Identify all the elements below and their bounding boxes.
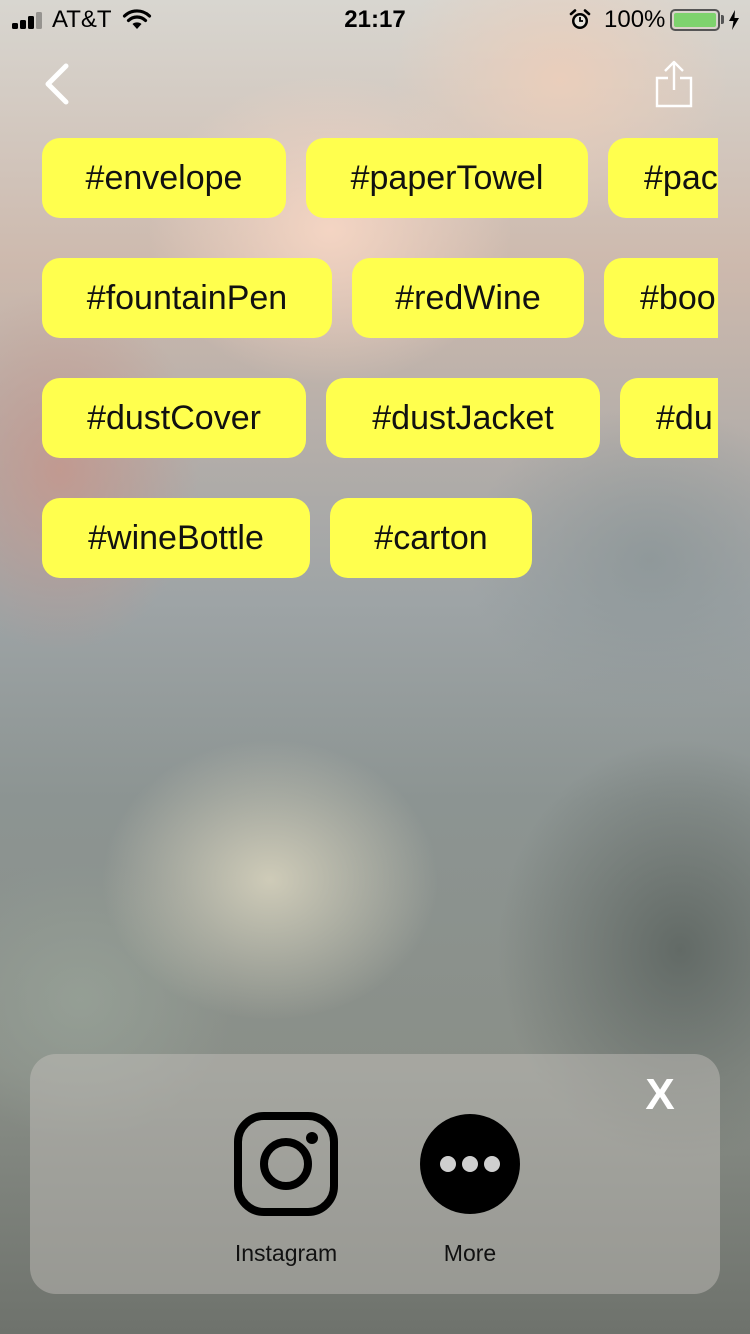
tag-carton[interactable]: #carton <box>330 498 532 578</box>
charging-bolt-icon <box>729 10 739 30</box>
close-button[interactable]: X <box>636 1070 684 1120</box>
tag-wine-bottle[interactable]: #wineBottle <box>42 498 310 578</box>
tag-dust-jacket[interactable]: #dustJacket <box>326 378 600 458</box>
more-icon <box>420 1114 520 1214</box>
hashtag-list: #envelope #paperTowel #pac #fountainPen … <box>0 138 718 598</box>
status-bar: AT&T 21:17 100% <box>0 0 750 40</box>
tag-partial-row3[interactable]: #du <box>620 378 718 458</box>
tag-partial-row1[interactable]: #pac <box>608 138 718 218</box>
battery-icon <box>670 9 720 31</box>
back-button[interactable] <box>36 58 80 110</box>
tag-paper-towel[interactable]: #paperTowel <box>306 138 588 218</box>
tag-dust-cover[interactable]: #dustCover <box>42 378 306 458</box>
share-panel: X Instagram More <box>30 1054 720 1294</box>
instagram-icon <box>234 1112 338 1216</box>
tag-partial-row2[interactable]: #boo <box>604 258 718 338</box>
tag-fountain-pen[interactable]: #fountainPen <box>42 258 332 338</box>
share-option-label: Instagram <box>234 1240 338 1266</box>
battery-level-fill <box>674 13 716 27</box>
tag-envelope[interactable]: #envelope <box>42 138 286 218</box>
share-option-label: More <box>443 1240 497 1266</box>
share-icon <box>655 60 693 108</box>
share-button[interactable] <box>650 58 698 110</box>
share-option-instagram[interactable]: Instagram <box>216 1112 356 1267</box>
tag-red-wine[interactable]: #redWine <box>352 258 584 338</box>
share-option-more[interactable]: More <box>400 1112 540 1267</box>
chevron-left-icon <box>45 63 69 105</box>
battery-nub <box>721 15 724 24</box>
battery-percent: 100% <box>604 6 666 33</box>
alarm-icon <box>569 9 591 29</box>
